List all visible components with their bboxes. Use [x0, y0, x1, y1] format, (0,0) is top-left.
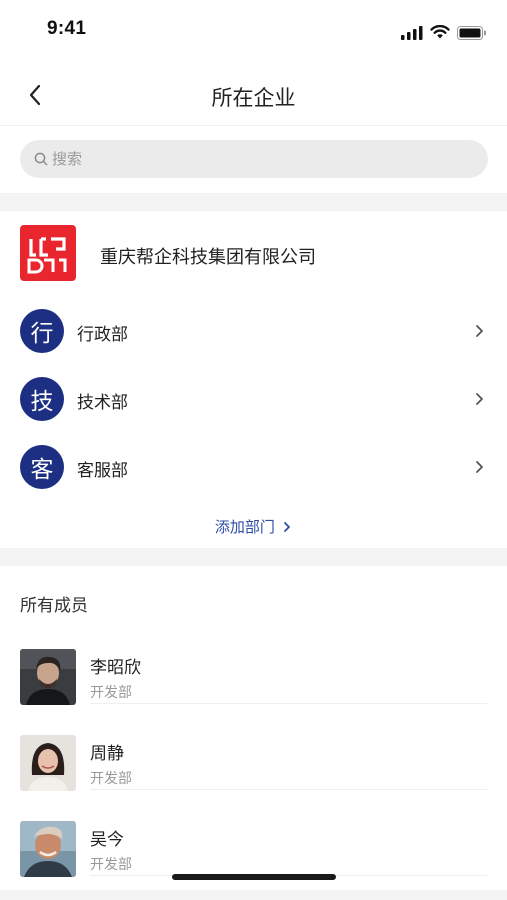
chevron-right-icon — [284, 522, 290, 532]
member-department: 开发部 — [90, 770, 132, 786]
status-bar: 9:41 — [0, 0, 507, 60]
company-logo-mark — [27, 237, 67, 274]
wifi-icon — [430, 25, 450, 39]
status-time: 9:41 — [47, 18, 87, 39]
member-avatar — [20, 735, 76, 791]
search-icon — [34, 152, 48, 166]
chevron-right-icon — [476, 461, 483, 473]
section-gap — [0, 193, 507, 211]
add-department-link[interactable]: 添加部门 — [0, 516, 507, 537]
department-row-tech[interactable]: 技 技术部 — [0, 377, 507, 433]
member-department: 开发部 — [90, 856, 132, 872]
member-name: 吴今 — [90, 830, 124, 849]
chevron-right-icon — [476, 393, 483, 405]
member-name: 李昭欣 — [90, 658, 141, 677]
section-gap — [0, 548, 507, 566]
page-title: 所在企业 — [211, 87, 296, 110]
battery-icon — [457, 25, 486, 40]
search-bar[interactable] — [20, 140, 488, 178]
cellular-signal-icon — [401, 25, 423, 40]
department-row-admin[interactable]: 行 行政部 — [0, 309, 507, 365]
member-row[interactable]: 周静 开发部 — [0, 735, 507, 821]
members-section: 所有成员 李昭欣 开发部 周静 开发部 吴今 开发部 — [0, 566, 507, 900]
department-row-service[interactable]: 客 客服部 — [0, 445, 507, 501]
member-row[interactable]: 吴今 开发部 — [0, 821, 507, 900]
department-label: 技术部 — [77, 393, 128, 412]
member-department: 开发部 — [90, 684, 132, 700]
company-card: 重庆帮企科技集团有限公司 行 行政部 技 技术部 客 客服部 添加部门 — [0, 211, 507, 548]
department-label: 行政部 — [77, 325, 128, 344]
nav-bar: 所在企业 — [0, 62, 507, 126]
search-input[interactable] — [52, 150, 452, 168]
home-indicator[interactable] — [172, 874, 336, 880]
member-name: 周静 — [90, 744, 124, 763]
add-department-label: 添加部门 — [214, 519, 275, 536]
status-icons — [401, 25, 487, 40]
divider — [90, 789, 487, 790]
member-avatar — [20, 821, 76, 877]
company-row[interactable]: 重庆帮企科技集团有限公司 — [0, 225, 507, 283]
bottom-strip — [0, 890, 507, 900]
search-section — [0, 126, 507, 193]
company-logo — [20, 225, 76, 281]
department-label: 客服部 — [77, 461, 128, 480]
member-avatar — [20, 649, 76, 705]
department-avatar: 技 — [20, 377, 64, 421]
member-row[interactable]: 李昭欣 开发部 — [0, 649, 507, 735]
divider — [90, 703, 487, 704]
company-name: 重庆帮企科技集团有限公司 — [100, 247, 316, 267]
department-avatar: 行 — [20, 309, 64, 353]
chevron-right-icon — [476, 325, 483, 337]
department-avatar: 客 — [20, 445, 64, 489]
members-title: 所有成员 — [20, 596, 88, 615]
